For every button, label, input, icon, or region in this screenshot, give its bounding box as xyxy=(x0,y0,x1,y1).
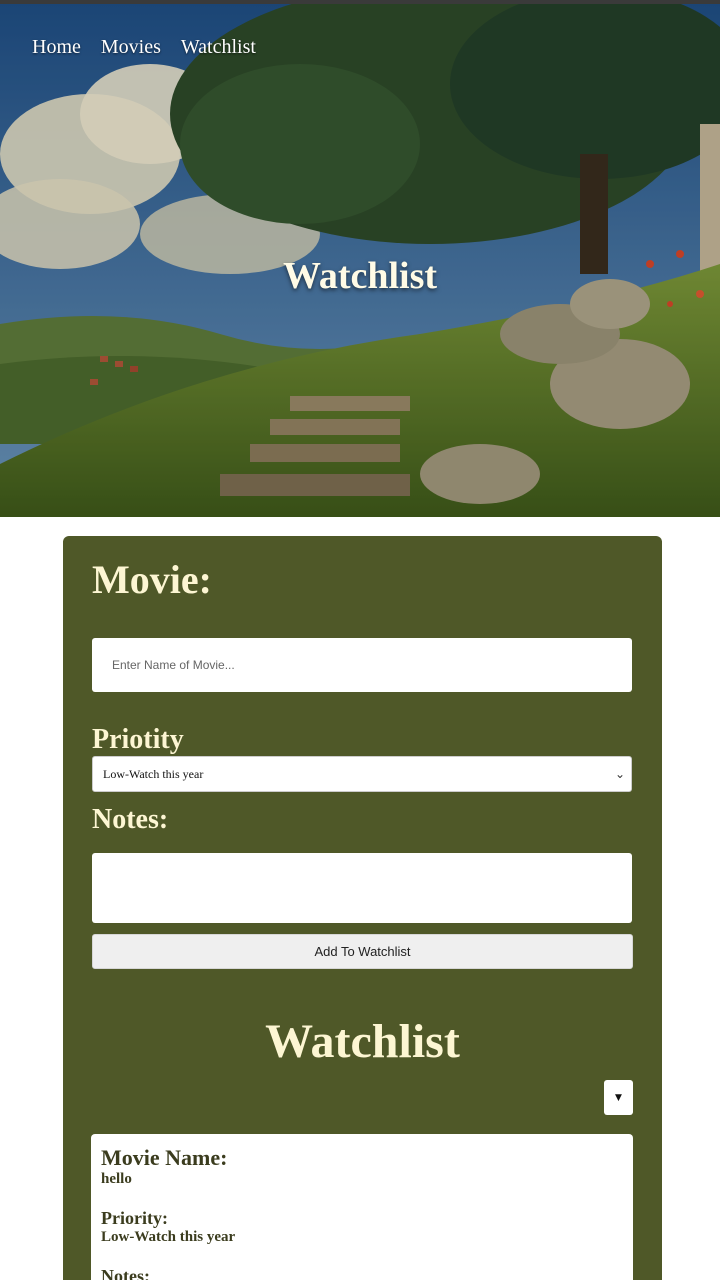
hero-banner: Home Movies Watchlist Watchlist xyxy=(0,4,720,517)
movie-name-input[interactable] xyxy=(92,638,632,692)
watchlist-entry: Movie Name: hello Priority: Low-Watch th… xyxy=(91,1134,633,1280)
entry-notes-label: Notes: xyxy=(101,1266,150,1280)
chevron-down-icon: ⌄ xyxy=(614,767,625,781)
movie-label: Movie: xyxy=(92,557,212,602)
priority-selected-value: Low-Watch this year xyxy=(103,766,204,781)
notes-textarea[interactable] xyxy=(92,853,632,923)
watchlist-card: Movie: Priotity Low-Watch this year ⌄ No… xyxy=(63,536,662,1280)
add-to-watchlist-button[interactable]: Add To Watchlist xyxy=(92,934,633,969)
priority-label: Priotity xyxy=(92,724,184,755)
sort-dropdown-button[interactable]: ▼ xyxy=(604,1080,633,1115)
caret-down-icon: ▼ xyxy=(615,1092,622,1103)
entry-movie-name-label: Movie Name: xyxy=(101,1145,228,1170)
priority-select[interactable]: Low-Watch this year ⌄ xyxy=(92,756,632,792)
nav-link-home[interactable]: Home xyxy=(32,36,81,59)
nav-link-watchlist[interactable]: Watchlist xyxy=(181,36,256,59)
window-top-border xyxy=(0,0,720,4)
entry-movie-name-value: hello xyxy=(101,1171,132,1187)
notes-label: Notes: xyxy=(92,804,169,835)
top-nav: Home Movies Watchlist xyxy=(32,36,256,59)
entry-priority-value: Low-Watch this year xyxy=(101,1229,236,1245)
watchlist-section-title: Watchlist xyxy=(265,1015,460,1068)
entry-priority-label: Priority: xyxy=(101,1208,168,1228)
nav-link-movies[interactable]: Movies xyxy=(101,36,161,59)
hero-title: Watchlist xyxy=(282,255,438,297)
